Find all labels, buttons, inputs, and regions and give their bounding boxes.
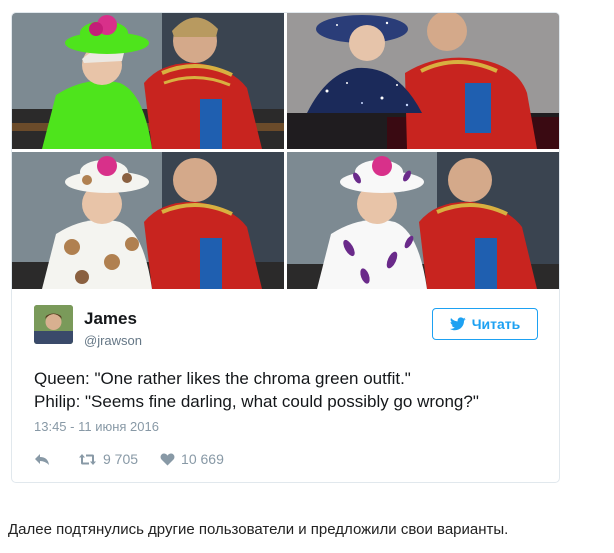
reply-action[interactable] [34,453,56,466]
author-name[interactable]: James [84,309,137,329]
author-handle[interactable]: @jrawson [84,333,142,348]
retweet-icon [79,453,96,465]
photo-grid [12,13,559,289]
tweet-timestamp[interactable]: 13:45 - 11 июня 2016 [34,419,159,434]
twitter-bird-icon [449,317,466,331]
follow-label: Читать [471,316,521,332]
photo-cats-outfit[interactable] [12,152,284,289]
heart-icon [160,452,175,465]
tweet-actions: 9 705 10 669 [34,450,246,468]
tweet-text-line-2: Philip: "Seems fine darling, what could … [34,392,479,411]
avatar[interactable] [34,305,73,344]
like-count: 10 669 [181,451,224,467]
reply-icon [35,453,49,465]
follow-button[interactable]: Читать [432,308,538,340]
retweet-action[interactable]: 9 705 [78,451,138,467]
photo-eggplant-outfit[interactable] [287,152,559,289]
like-action[interactable]: 10 669 [160,451,224,467]
retweet-count: 9 705 [103,451,139,467]
tweet-text-line-1: Queen: "One rather likes the chroma gree… [34,369,411,388]
photo-green-outfit[interactable] [12,13,284,149]
photo-galaxy-outfit[interactable] [287,13,559,149]
tweet-card: James @jrawson Читать Queen: "One rather… [11,12,560,483]
article-caption: Далее подтянулись другие пользователи и … [8,521,509,538]
